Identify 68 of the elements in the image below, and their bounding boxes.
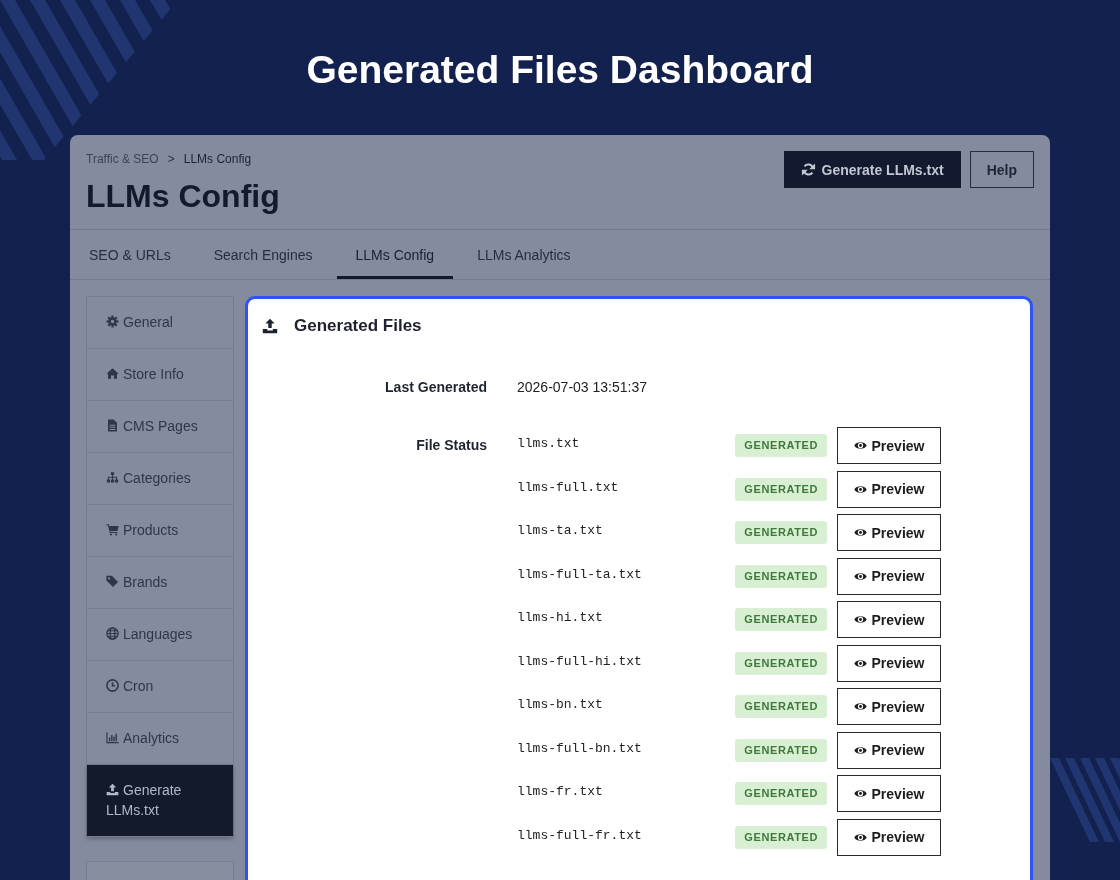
status-badge: GENERATED	[735, 477, 827, 501]
preview-button[interactable]: Preview	[837, 818, 941, 856]
help-button[interactable]: Help	[969, 151, 1034, 188]
sitemap-icon	[106, 471, 119, 484]
preview-button[interactable]: Preview	[837, 427, 941, 464]
status-badge: GENERATED	[735, 434, 827, 457]
breadcrumb-link[interactable]: Traffic & SEO	[86, 152, 159, 166]
status-badge: GENERATED	[735, 782, 827, 805]
eye-icon	[853, 702, 867, 711]
upload-icon	[262, 318, 278, 334]
file-name: llms-hi.txt	[517, 610, 603, 625]
eye-icon	[853, 441, 867, 450]
eye-icon	[853, 658, 867, 668]
file-name: llms-full-hi.txt	[517, 653, 642, 669]
file-name: llms.txt	[517, 436, 580, 451]
preview-button[interactable]: Preview	[837, 644, 941, 682]
field-label: Last Generated	[385, 378, 487, 397]
bar-chart-icon	[106, 731, 119, 744]
file-name: llms-full-fr.txt	[517, 827, 642, 843]
file-name: llms-bn.txt	[517, 697, 603, 712]
page-title: LLMs Config	[86, 177, 280, 215]
card-title: Generated Files	[294, 315, 422, 337]
dashboard-title: Generated Files Dashboard	[306, 47, 814, 93]
generate-button[interactable]: Generate LLMs.txt	[783, 151, 961, 188]
status-badge: GENERATED	[735, 738, 827, 762]
status-badge: GENERATED	[735, 825, 827, 849]
status-badge: GENERATED	[735, 695, 827, 718]
status-badge: GENERATED	[735, 521, 827, 544]
file-name: llms-full-bn.txt	[517, 740, 642, 756]
globe-icon	[106, 627, 119, 640]
tab[interactable]: LLMs Analytics	[458, 230, 590, 279]
document-icon	[106, 419, 119, 432]
sidebar-item[interactable]: Generate LLMs.txt	[87, 765, 233, 837]
preview-button[interactable]: Preview	[837, 514, 941, 551]
file-name: llms-full.txt	[517, 479, 619, 495]
field-label: File Status	[416, 436, 487, 455]
file-name: llms-full-ta.txt	[517, 566, 642, 582]
file-name: llms-fr.txt	[517, 784, 603, 799]
gear-icon	[106, 315, 119, 328]
home-icon	[106, 367, 119, 380]
status-badge: GENERATED	[735, 608, 827, 631]
eye-icon	[853, 528, 867, 537]
breadcrumb-separator: >	[167, 152, 175, 166]
status-badge: GENERATED	[735, 651, 827, 675]
timestamp-value: 2026-07-03 13:51:37	[517, 378, 647, 397]
preview-button[interactable]: Preview	[837, 557, 941, 595]
eye-icon	[853, 789, 867, 798]
tab[interactable]: Search Engines	[194, 230, 332, 279]
preview-button[interactable]: Preview	[837, 470, 941, 508]
eye-icon	[853, 484, 867, 494]
upload-icon	[106, 783, 119, 796]
clock-icon	[106, 679, 119, 692]
preview-button[interactable]: Preview	[837, 731, 941, 769]
breadcrumb-link[interactable]: LLMs Config	[183, 152, 252, 166]
eye-icon	[853, 832, 867, 842]
preview-button[interactable]: Preview	[837, 601, 941, 638]
cart-icon	[106, 523, 119, 536]
preview-button[interactable]: Preview	[837, 688, 941, 725]
eye-icon	[853, 571, 867, 581]
refresh-icon	[800, 162, 816, 177]
eye-icon	[853, 745, 867, 755]
eye-icon	[853, 615, 867, 624]
tags-icon	[106, 575, 119, 588]
file-name: llms-ta.txt	[517, 523, 603, 538]
preview-button[interactable]: Preview	[837, 775, 941, 812]
tab[interactable]: LLMs Config	[336, 230, 454, 279]
tab[interactable]: SEO & URLs	[70, 230, 190, 279]
status-badge: GENERATED	[735, 564, 827, 588]
